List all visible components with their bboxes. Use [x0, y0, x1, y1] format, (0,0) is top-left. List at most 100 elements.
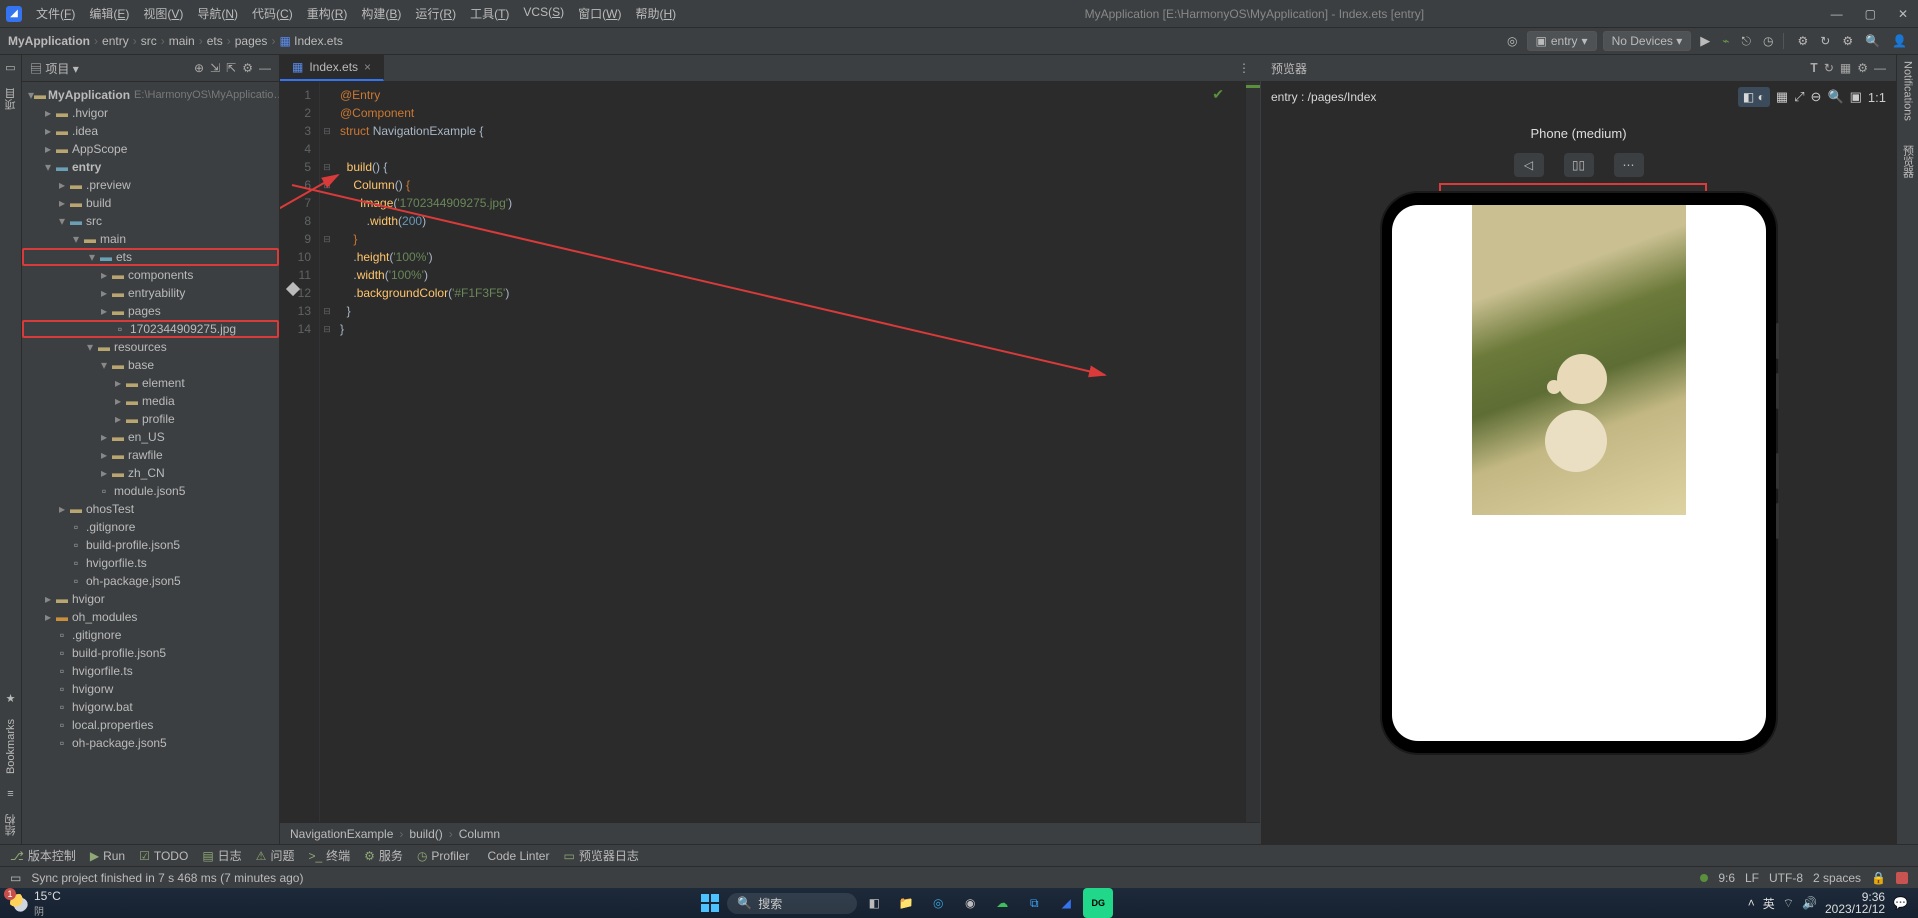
expand-icon[interactable]: ⇲	[210, 61, 220, 75]
menu-item[interactable]: 导航(N)	[191, 2, 244, 25]
sync-icon[interactable]: ↻	[1817, 32, 1833, 50]
pv-ratio-label[interactable]: 1:1	[1868, 90, 1886, 105]
pv-refresh-icon[interactable]: ↻	[1824, 61, 1834, 75]
start-button[interactable]	[695, 888, 725, 918]
menu-item[interactable]: 编辑(E)	[83, 2, 135, 25]
minimize-button[interactable]: ―	[1827, 5, 1847, 23]
file-encoding[interactable]: UTF-8	[1769, 871, 1803, 885]
editor-breadcrumb[interactable]: NavigationExample› build()› Column	[280, 822, 1260, 844]
pv-layers-icon[interactable]: ▦	[1840, 61, 1851, 75]
project-tool-tab[interactable]: 项目	[3, 88, 19, 110]
tree-row[interactable]: ▾▬main	[22, 230, 279, 248]
menu-item[interactable]: 运行(R)	[409, 2, 462, 25]
vscode-icon[interactable]: ⧉	[1019, 888, 1049, 918]
tree-row[interactable]: ▸▬pages	[22, 302, 279, 320]
task-view-icon[interactable]: ◧	[859, 888, 889, 918]
breadcrumb[interactable]: MyApplication›entry›src›main›ets›pages›▦…	[8, 34, 343, 48]
tree-row[interactable]: ▫hvigorfile.ts	[22, 662, 279, 680]
collapse-icon[interactable]: ⇱	[226, 61, 236, 75]
select-opened-icon[interactable]: ⊕	[194, 61, 204, 75]
pv-zoomin-icon[interactable]: 🔍	[1827, 89, 1843, 105]
menu-item[interactable]: 工具(T)	[464, 2, 515, 25]
maximize-button[interactable]: ▢	[1861, 5, 1880, 23]
tree-row[interactable]: ▸▬ohosTest	[22, 500, 279, 518]
explorer-icon[interactable]: 📁	[891, 888, 921, 918]
tree-row[interactable]: ▫build-profile.json5	[22, 644, 279, 662]
module-selector[interactable]: ▣ entry ▾	[1527, 31, 1597, 51]
device-selector[interactable]: No Devices ▾	[1603, 31, 1692, 51]
caret-position[interactable]: 9:6	[1718, 871, 1735, 885]
profile-button[interactable]: ◷	[1760, 32, 1776, 50]
project-tree[interactable]: ▾▬MyApplicationE:\HarmonyOS\MyApplicatio…	[22, 82, 279, 844]
device-screen[interactable]	[1392, 205, 1766, 741]
tree-row[interactable]: ▫build-profile.json5	[22, 536, 279, 554]
ime-indicator[interactable]: 英	[1763, 895, 1775, 912]
tree-row[interactable]: ▸▬entryability	[22, 284, 279, 302]
edge-icon[interactable]: ◎	[923, 888, 953, 918]
breadcrumb-item[interactable]: src	[141, 34, 157, 48]
tree-row[interactable]: ▾▬base	[22, 356, 279, 374]
pv-fit-icon[interactable]: ▣	[1850, 89, 1862, 105]
menu-item[interactable]: 文件(F)	[30, 2, 81, 25]
tree-row[interactable]: ▫.gitignore	[22, 626, 279, 644]
tree-row[interactable]: ▫.gitignore	[22, 518, 279, 536]
tree-row[interactable]: ▸▬.preview	[22, 176, 279, 194]
wechat-icon[interactable]: ☁	[987, 888, 1017, 918]
close-tab-icon[interactable]: ×	[364, 60, 371, 74]
toolwindow-tab[interactable]: ◷Profiler	[417, 849, 470, 863]
bookmarks-icon[interactable]: ★	[6, 692, 16, 705]
pv-hide-icon[interactable]: —	[1874, 61, 1886, 75]
tree-row[interactable]: ▾▬entry	[22, 158, 279, 176]
notifications-icon[interactable]: 💬	[1893, 896, 1908, 910]
breadcrumb-item[interactable]: pages	[235, 34, 268, 48]
toolwindow-tab[interactable]: ☑TODO	[139, 849, 188, 863]
editor-minimap[interactable]	[1246, 82, 1260, 822]
notifications-tool-tab[interactable]: Notifications	[1902, 61, 1914, 121]
pv-expand-icon[interactable]: ⤢	[1794, 89, 1804, 105]
toolwindow-tab[interactable]: Code Linter	[483, 849, 549, 863]
tree-row[interactable]: ▸▬media	[22, 392, 279, 410]
chrome-icon[interactable]: ◉	[955, 888, 985, 918]
tree-row[interactable]: ▾▬resources	[22, 338, 279, 356]
tree-row[interactable]: ▸▬zh_CN	[22, 464, 279, 482]
volume-icon[interactable]: 🔊	[1802, 896, 1817, 910]
breadcrumb-item[interactable]: entry	[102, 34, 129, 48]
problems-indicator-icon[interactable]	[1896, 872, 1908, 884]
tree-row[interactable]: ▫1702344909275.jpg	[22, 320, 279, 338]
tree-row[interactable]: ▫hvigorw.bat	[22, 698, 279, 716]
tree-row[interactable]: ▫module.json5	[22, 482, 279, 500]
tree-row[interactable]: ▸▬en_US	[22, 428, 279, 446]
taskbar-weather[interactable]: 15°C 阴	[10, 889, 61, 918]
indent-setting[interactable]: 2 spaces	[1813, 871, 1861, 885]
breadcrumb-item[interactable]: MyApplication	[8, 34, 90, 48]
toolwindow-tab[interactable]: ⚠问题	[256, 847, 295, 864]
toolwindow-tab[interactable]: ▭预览器日志	[563, 847, 638, 864]
hide-panel-icon[interactable]: —	[259, 61, 271, 75]
tree-row[interactable]: ▾▬MyApplicationE:\HarmonyOS\MyApplicatio…	[22, 86, 279, 104]
device-rotate-button[interactable]: ▯▯	[1564, 153, 1594, 177]
pv-zoomout-icon[interactable]: ⊖	[1811, 89, 1822, 105]
tree-row[interactable]: ▸▬.hvigor	[22, 104, 279, 122]
tree-row[interactable]: ▸▬oh_modules	[22, 608, 279, 626]
breadcrumb-item[interactable]: ▦ Index.ets	[279, 34, 342, 48]
previewer-tool-tab[interactable]: 预览器	[1900, 145, 1916, 178]
toolwindow-tab[interactable]: ⚙服务	[364, 847, 403, 864]
editor-tab-index[interactable]: ▦ Index.ets ×	[280, 55, 384, 81]
avatar-icon[interactable]: 👤	[1889, 32, 1910, 50]
tree-row[interactable]: ▸▬rawfile	[22, 446, 279, 464]
structure-tool-tab[interactable]: 结构	[3, 814, 19, 836]
settings-icon[interactable]: ⚙	[1839, 32, 1856, 50]
menu-item[interactable]: 窗口(W)	[572, 2, 627, 25]
breadcrumb-item[interactable]: main	[169, 34, 195, 48]
tree-row[interactable]: ▾▬src	[22, 212, 279, 230]
tree-row[interactable]: ▸▬element	[22, 374, 279, 392]
menu-item[interactable]: 构建(B)	[355, 2, 407, 25]
devecostudio-icon[interactable]: ◢	[1051, 888, 1081, 918]
system-tray[interactable]: ˄ 英 ⌔ 🔊 9:36 2023/12/12 💬	[1748, 891, 1908, 915]
menu-item[interactable]: 代码(C)	[246, 2, 299, 25]
tree-row[interactable]: ▸▬AppScope	[22, 140, 279, 158]
tree-row[interactable]: ▸▬hvigor	[22, 590, 279, 608]
tree-row[interactable]: ▫hvigorfile.ts	[22, 554, 279, 572]
search-icon[interactable]: 🔍	[1862, 32, 1883, 50]
tree-row[interactable]: ▫oh-package.json5	[22, 734, 279, 752]
